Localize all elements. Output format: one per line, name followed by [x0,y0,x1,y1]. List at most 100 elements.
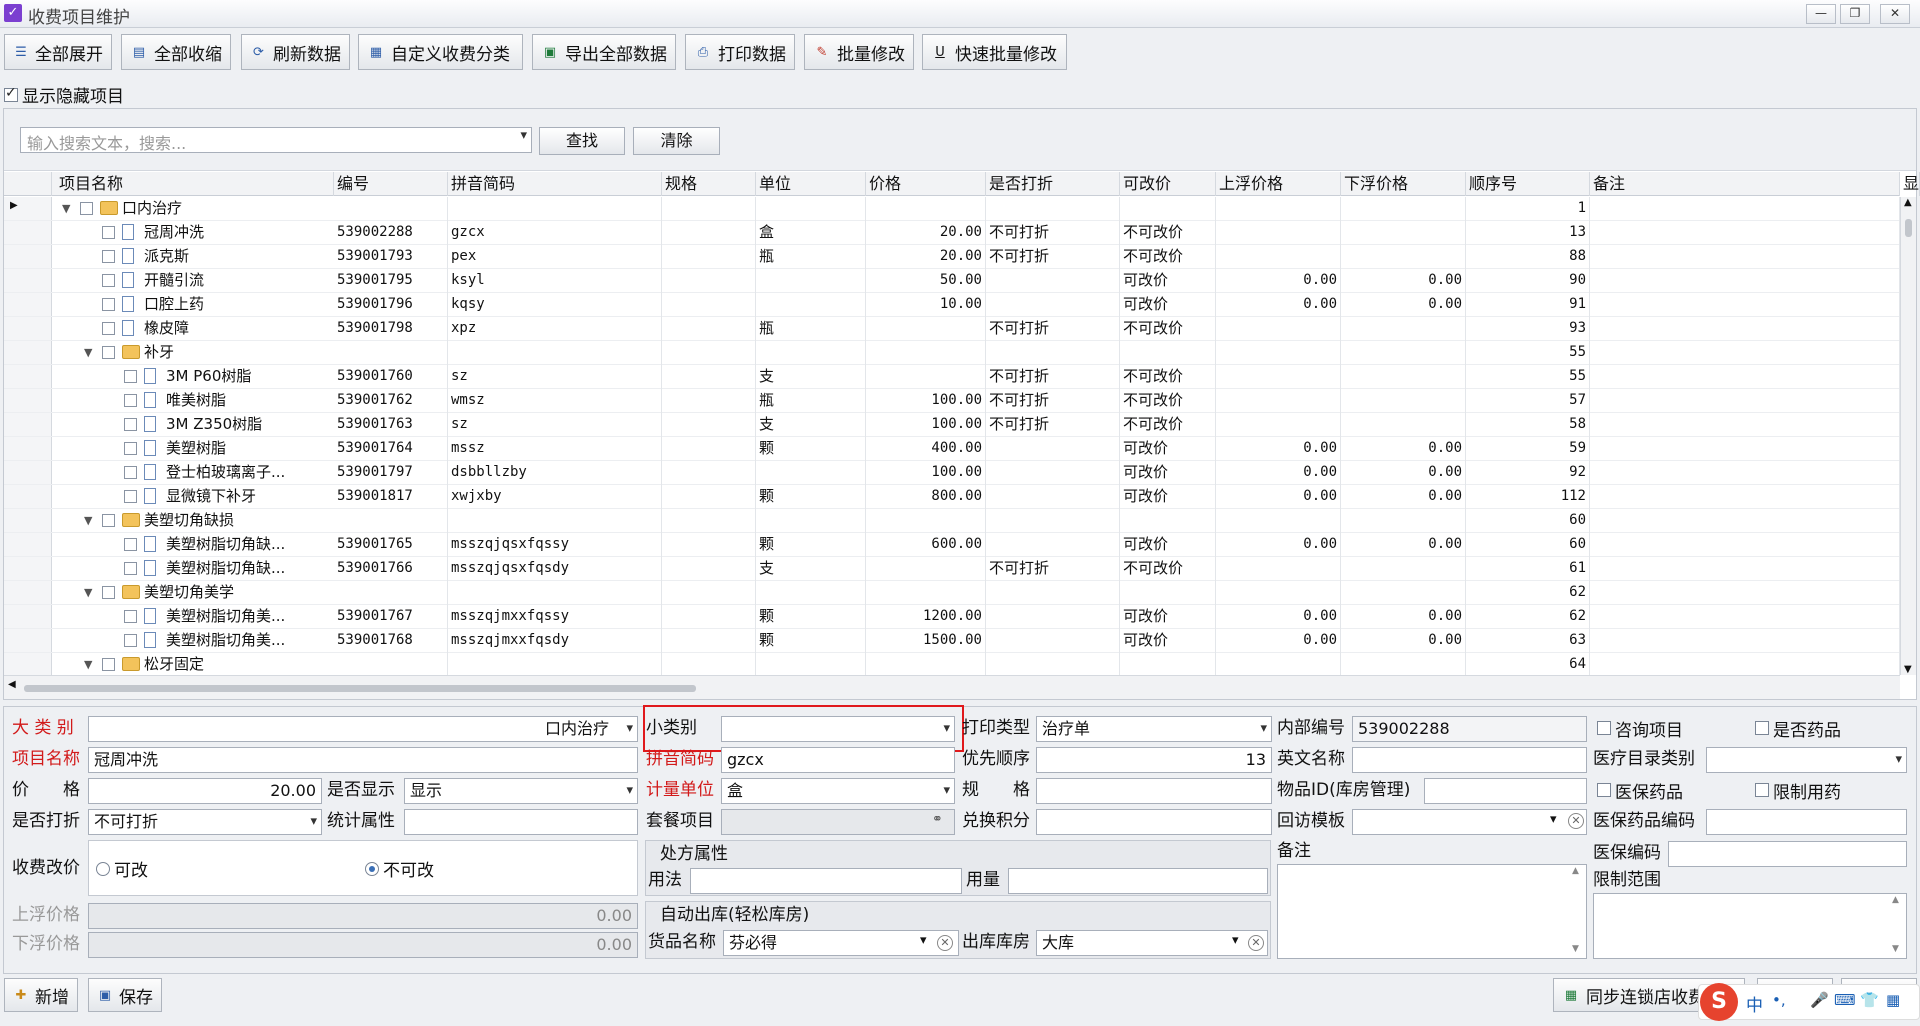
print-button[interactable]: ⎙ 打印数据 [685,34,795,70]
add-button[interactable]: ✚ 新增 [4,978,78,1012]
table-row[interactable]: 美塑树脂切角美... 539001767 msszqjmxxfqssy 颗 1200.0… [4,605,1900,629]
table-row[interactable]: 显微镜下补牙 539001817 xwjxby 颗 800.00 可改价 0.00 0.00 1… [4,485,1900,509]
insurance-drug-toggle[interactable]: 医保药品 [1597,778,1683,803]
remark-textarea[interactable] [1277,864,1587,959]
limit-scroll-up-icon[interactable]: ▲ [1892,895,1899,905]
cannot-change-radio[interactable] [365,861,379,876]
minimize-button[interactable]: — [1806,4,1836,24]
row-checkbox[interactable] [124,634,137,647]
vertical-scroll-thumb[interactable] [1905,219,1912,237]
limit-textarea[interactable] [1593,893,1907,959]
scroll-up-icon[interactable]: ▲ [1904,197,1912,208]
med-catalog-select[interactable] [1706,747,1907,773]
table-row[interactable]: 唯美树脂 539001762 wmsz 瓶 100.00 不可打折 不可改价 57 [4,389,1900,413]
expand-arrow-icon[interactable]: ▼ [84,653,92,675]
expand-arrow-icon[interactable]: ▼ [84,581,92,604]
collapse-all-button[interactable]: ▤ 全部收缩 [121,34,231,70]
row-checkbox[interactable] [102,226,115,239]
clear-button[interactable]: 清除 [633,127,720,155]
row-checkbox[interactable] [124,490,137,503]
table-row[interactable]: 3M P60树脂 539001760 sz 支 不可打折 不可改价 55 [4,365,1900,389]
table-row[interactable]: 美塑树脂 539001764 mssz 颗 400.00 可改价 0.00 0.00 59 [4,437,1900,461]
limit-scroll-down-icon[interactable]: ▼ [1892,944,1899,954]
expand-arrow-icon[interactable]: ▼ [62,197,70,220]
is-drug-toggle[interactable]: 是否药品 [1755,716,1841,741]
scroll-left-icon[interactable]: ◀ [8,679,16,690]
keyboard-icon[interactable]: ⌨ [1834,991,1856,1009]
store-dropdown-icon[interactable]: ▾ [1232,933,1239,948]
col-header-up-price[interactable]: 上浮价格 [1216,172,1341,196]
table-row[interactable]: 冠周冲洗 539002288 gzcx 盒 20.00 不可打折 不可改价 13 [4,221,1900,245]
horizontal-scroll-thumb[interactable] [24,685,696,692]
table-row[interactable]: 派克斯 539001793 pex 瓶 20.00 不可打折 不可改价 88 [4,245,1900,269]
col-header-remark[interactable]: 备注 [1590,172,1900,196]
store-clear-icon[interactable]: ✕ [1248,935,1264,951]
table-row[interactable]: 3M Z350树脂 539001763 sz 支 100.00 不可打折 不可改价 58 [4,413,1900,437]
tree-folder-row[interactable]: ▼ 美塑切角美学 62 [4,581,1900,605]
followup-clear-icon[interactable]: ✕ [1568,813,1584,829]
table-row[interactable]: 开髓引流 539001795 ksyl 50.00 可改价 0.00 0.00 90 [4,269,1900,293]
row-checkbox[interactable] [124,538,137,551]
col-header-pinyin[interactable]: 拼音简码 [448,172,662,196]
ime-lang[interactable]: 中 [1746,991,1763,1016]
expand-arrow-icon[interactable]: ▼ [84,509,92,532]
row-checkbox[interactable] [102,298,115,311]
unit-select[interactable]: 盒 [721,778,955,804]
export-all-button[interactable]: ▣ 导出全部数据 [532,34,676,70]
tree-folder-row[interactable]: ▼ 口内治疗 1 [4,197,1900,221]
grid-menu-icon[interactable]: ▦ [1886,991,1900,1009]
close-button[interactable]: ✕ [1880,4,1910,24]
custom-category-button[interactable]: ▦ 自定义收费分类 [358,34,523,70]
restore-button[interactable]: ❐ [1840,4,1870,24]
goods-dropdown-icon[interactable]: ▾ [920,933,927,948]
restricted-drug-toggle[interactable]: 限制用药 [1755,778,1841,803]
priority-field[interactable]: 13 [1036,747,1272,773]
up-price-field[interactable]: 0.00 [88,903,638,929]
row-checkbox[interactable] [124,562,137,575]
row-checkbox[interactable] [124,466,137,479]
pinyin-field[interactable]: gzcx [721,747,955,773]
show-hidden-checkbox[interactable] [4,85,18,102]
row-checkbox[interactable] [124,370,137,383]
row-checkbox[interactable] [102,274,115,287]
col-header-editable[interactable]: 可改价 [1120,172,1216,196]
row-checkbox[interactable] [124,442,137,455]
can-change-radio[interactable] [96,861,110,876]
table-row[interactable]: 美塑树脂切角缺... 539001766 msszqjqsxfqsdy 支 不可打折 不可… [4,557,1900,581]
is-drug-checkbox[interactable] [1755,721,1769,735]
tree-folder-row[interactable]: ▼ 补牙 55 [4,341,1900,365]
dosage-field[interactable] [1008,868,1268,894]
price-field[interactable]: 20.00 [88,778,322,804]
col-header-order[interactable]: 顺序号 [1466,172,1590,196]
batch-edit-button[interactable]: ✎ 批量修改 [804,34,914,70]
save-button[interactable]: ▣ 保存 [88,978,162,1012]
remark-scroll-up-icon[interactable]: ▲ [1572,866,1579,876]
item-id-field[interactable] [1424,778,1587,804]
find-button[interactable]: 查找 [539,127,625,155]
sogou-logo-icon[interactable]: S [1700,983,1738,1021]
col-header-unit[interactable]: 单位 [756,172,866,196]
table-row[interactable]: 美塑树脂切角美... 539001768 msszqjmxxfqsdy 颗 1500.0… [4,629,1900,653]
microphone-icon[interactable]: 🎤 [1810,991,1829,1009]
tree-folder-row[interactable]: ▼ 美塑切角缺损 60 [4,509,1900,533]
col-header-spec[interactable]: 规格 [662,172,756,196]
category-select[interactable]: 口内治疗 [88,716,638,742]
quick-batch-edit-button[interactable]: U 快速批量修改 [922,34,1067,70]
show-hidden-toggle[interactable]: 显示隐藏项目 [4,82,124,107]
row-checkbox[interactable] [124,610,137,623]
show-select[interactable]: 显示 [404,778,638,804]
restricted-drug-checkbox[interactable] [1755,783,1769,797]
table-row[interactable]: 口腔上药 539001796 kqsy 10.00 可改价 0.00 0.00 91 [4,293,1900,317]
table-row[interactable]: 美塑树脂切角缺... 539001765 msszqjqsxfqssy 颗 600.00… [4,533,1900,557]
row-checkbox[interactable] [80,202,93,215]
remark-scroll-down-icon[interactable]: ▼ [1572,944,1579,954]
table-row[interactable]: 登士柏玻璃离子... 539001797 dsbbllzby 100.00 可改价 0.0… [4,461,1900,485]
col-header-price[interactable]: 价格 [866,172,986,196]
refresh-button[interactable]: ⟳ 刷新数据 [241,34,350,70]
row-checkbox[interactable] [102,346,115,359]
down-price-field[interactable]: 0.00 [88,932,638,958]
goods-clear-icon[interactable]: ✕ [937,935,953,951]
search-input[interactable]: 输入搜索文本，搜索... [20,127,532,153]
points-field[interactable] [1036,809,1272,835]
expand-arrow-icon[interactable]: ▼ [84,341,92,364]
